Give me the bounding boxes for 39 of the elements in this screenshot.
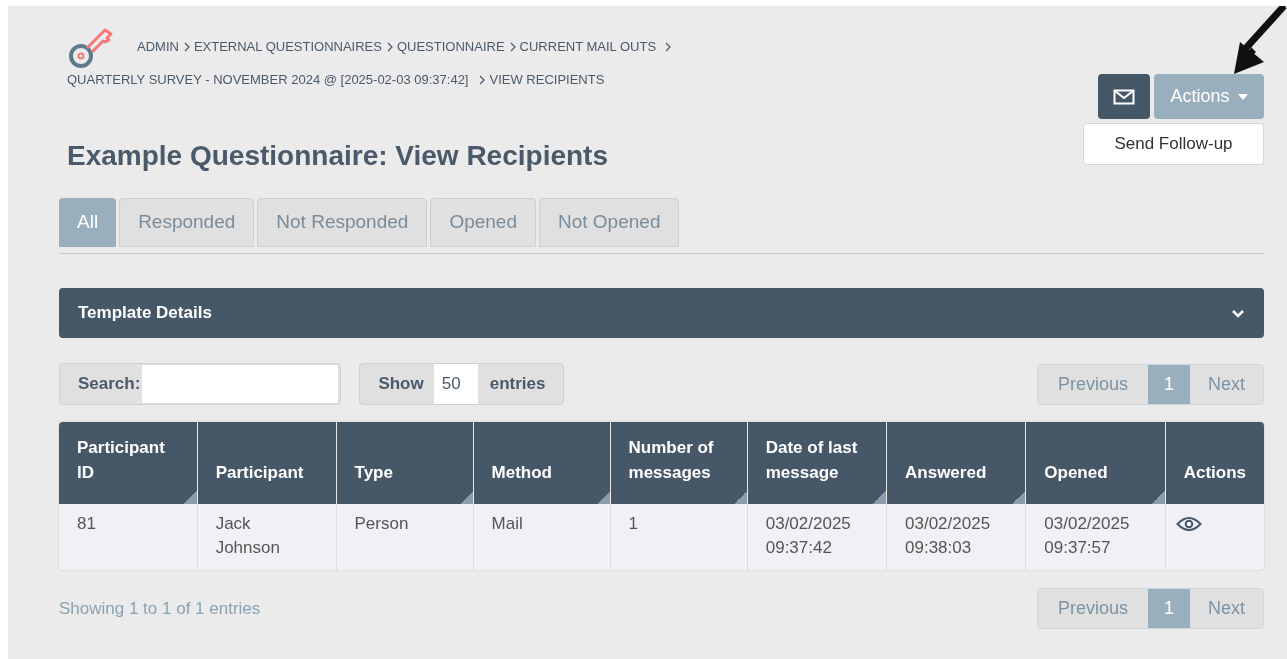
column-header: Participant bbox=[214, 462, 305, 484]
page-title: Example Questionnaire: View Recipients bbox=[67, 139, 609, 173]
table-cell-text: Jack Johnson bbox=[215, 513, 281, 559]
breadcrumb-link[interactable]: QUARTERLY SURVEY - NOVEMBER 2024 @ [2025-02-03 09:37:42] bbox=[67, 63, 469, 96]
template-details-panel[interactable]: Template Details bbox=[59, 288, 1264, 338]
mail-button[interactable] bbox=[1098, 74, 1150, 119]
chevron-right-icon bbox=[385, 41, 394, 52]
table-cell-text: 81 bbox=[77, 513, 97, 535]
column-header[interactable]: Answered bbox=[887, 460, 1026, 504]
column-header[interactable]: Type bbox=[336, 460, 473, 504]
column-header[interactable]: Number of messages bbox=[610, 435, 747, 504]
table-cell-text: 03/02/2025 09:37:57 bbox=[1044, 513, 1131, 559]
column-header[interactable]: Opened bbox=[1026, 460, 1165, 504]
dropdown-item[interactable]: Send Follow-up bbox=[1083, 123, 1264, 165]
chevron-down-icon bbox=[1231, 308, 1245, 318]
search-field[interactable]: Search: bbox=[59, 363, 342, 405]
eye-icon[interactable] bbox=[1175, 516, 1202, 532]
caret-icon bbox=[1237, 93, 1248, 100]
breadcrumb-link[interactable]: VIEW RECIPIENTS bbox=[489, 63, 605, 96]
chevron-right-icon bbox=[664, 41, 673, 52]
key-icon bbox=[67, 26, 115, 70]
chevron-right-icon bbox=[478, 74, 487, 85]
column-header[interactable]: Date of last message bbox=[747, 435, 886, 504]
chevron-right-icon bbox=[182, 41, 191, 52]
breadcrumb-link[interactable]: ADMIN bbox=[137, 30, 179, 63]
breadcrumb-link[interactable]: QUESTIONNAIRE bbox=[396, 30, 505, 63]
table-cell-text: 1 bbox=[628, 513, 639, 535]
table-cell-text: 03/02/2025 09:38:03 bbox=[905, 513, 992, 559]
breadcrumb-link[interactable]: CURRENT MAIL OUTS bbox=[519, 30, 657, 63]
table-cell-text: Mail bbox=[491, 513, 524, 535]
table-cell-text: 03/02/2025 09:37:42 bbox=[765, 513, 852, 559]
chevron-right-icon bbox=[508, 41, 517, 52]
column-header[interactable]: Method bbox=[473, 460, 610, 504]
table-info: Showing 1 to 1 of 1 entries bbox=[59, 597, 261, 620]
column-header: Actions bbox=[1182, 462, 1247, 484]
table-cell-text: Person bbox=[354, 513, 410, 535]
breadcrumb-link[interactable]: EXTERNAL QUESTIONNAIRES bbox=[193, 30, 382, 63]
envelope-icon bbox=[1113, 88, 1135, 105]
panel-title: Template Details bbox=[78, 302, 212, 325]
